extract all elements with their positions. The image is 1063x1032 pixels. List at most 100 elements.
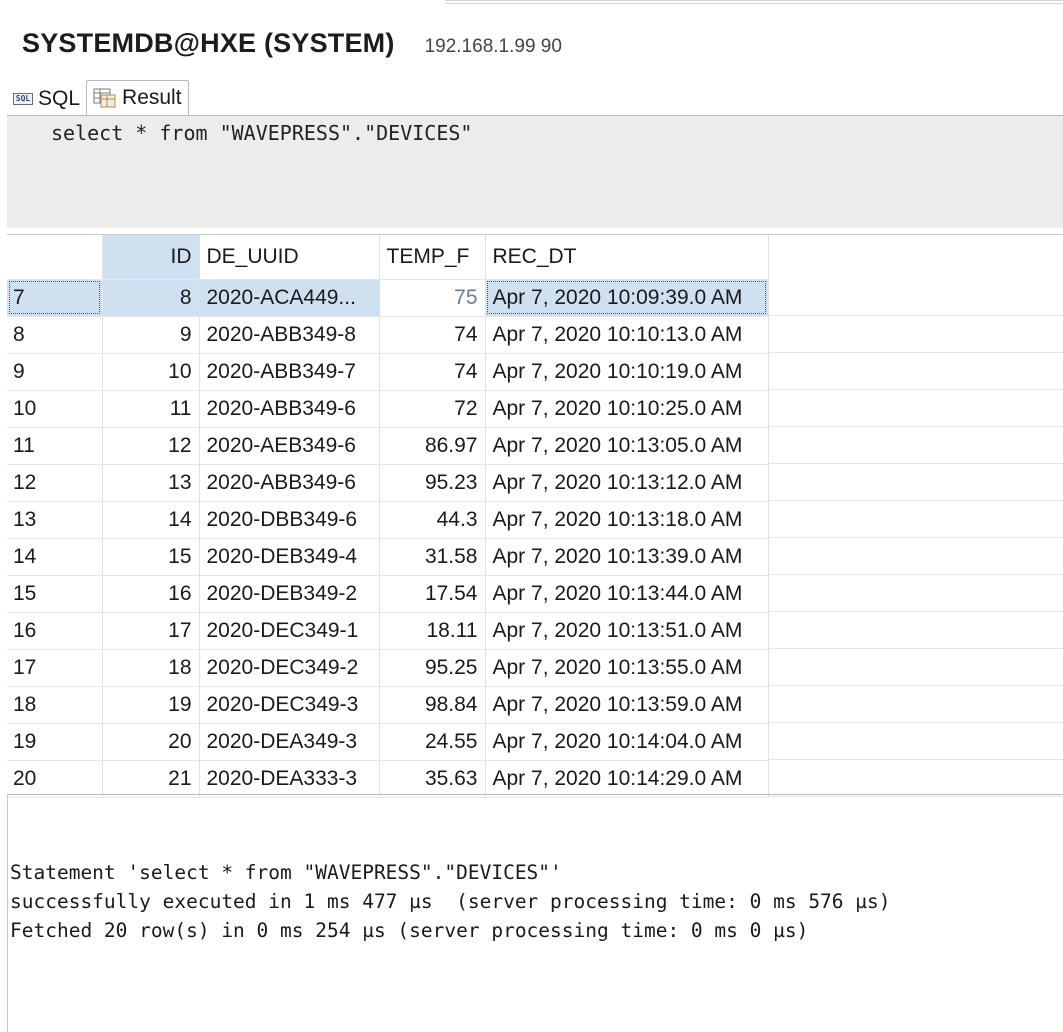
de-uuid-cell[interactable]: 2020-DEB349-4 [199,538,380,576]
row-number-cell[interactable]: 7 [7,279,103,317]
id-cell[interactable]: 19 [102,686,200,724]
tab-sql[interactable]: SQL SQL [7,82,86,115]
rec-dt-cell[interactable]: Apr 7, 2020 10:10:13.0 AM [485,316,769,354]
row-number-cell[interactable]: 18 [7,686,103,724]
temp-f-cell[interactable]: 95.25 [379,649,486,687]
row-number-cell[interactable]: 16 [7,612,103,650]
de-uuid-cell[interactable]: 2020-DBB349-6 [199,501,380,539]
connection-host: 192.168.1.99 90 [424,36,562,57]
row-number-cell[interactable]: 8 [7,316,103,354]
rec-dt-cell[interactable]: Apr 7, 2020 10:14:29.0 AM [485,760,769,798]
row-number-cell[interactable]: 13 [7,501,103,539]
de-uuid-cell[interactable]: 2020-DEA333-3 [199,760,380,798]
temp-f-cell[interactable]: 86.97 [379,427,486,465]
row-number-cell[interactable]: 10 [7,390,103,428]
de-uuid-cell[interactable]: 2020-AEB349-6 [199,427,380,465]
row-number-cell[interactable]: 9 [7,353,103,391]
row-number-cell[interactable]: 20 [7,760,103,798]
rec-dt-cell[interactable]: Apr 7, 2020 10:13:05.0 AM [485,427,769,465]
row-number-cell[interactable]: 15 [7,575,103,613]
id-cell[interactable]: 10 [102,353,200,391]
rec-dt-cell[interactable]: Apr 7, 2020 10:13:51.0 AM [485,612,769,650]
de-uuid-cell[interactable]: 2020-ABB349-7 [199,353,380,391]
rec-dt-cell[interactable]: Apr 7, 2020 10:14:04.0 AM [485,723,769,761]
de-uuid-cell[interactable]: 2020-ABB349-6 [199,390,380,428]
de-uuid-cell[interactable]: 2020-DEC349-2 [199,649,380,687]
de-uuid-cell[interactable]: 2020-DEC349-3 [199,686,380,724]
rec-dt-cell[interactable]: Apr 7, 2020 10:13:59.0 AM [485,686,769,724]
id-cell[interactable]: 20 [102,723,200,761]
column-header-de-uuid[interactable]: DE_UUID [199,235,380,280]
temp-f-cell[interactable]: 74 [379,353,486,391]
column-header-rownum[interactable] [7,235,103,280]
row-number-cell[interactable]: 17 [7,649,103,687]
row-number-cell[interactable]: 19 [7,723,103,761]
sql-editor[interactable]: select * from "WAVEPRESS"."DEVICES" [7,115,1063,228]
table-row[interactable]: 14 15 2020-DEB349-4 31.58 Apr 7, 2020 10:13:… [7,538,769,576]
de-uuid-cell[interactable]: 2020-DEA349-3 [199,723,380,761]
table-row[interactable]: 7 8 2020-ACA449... 75 Apr 7, 2020 10:09:39.0… [7,279,769,317]
table-row[interactable]: 10 11 2020-ABB349-6 72 Apr 7, 2020 10:10:25.… [7,390,769,428]
top-divider [445,0,1063,4]
table-row[interactable]: 17 18 2020-DEC349-2 95.25 Apr 7, 2020 10:13:… [7,649,769,687]
de-uuid-cell[interactable]: 2020-ACA449... [199,279,380,317]
de-uuid-cell[interactable]: 2020-DEB349-2 [199,575,380,613]
table-row[interactable]: 20 21 2020-DEA333-3 35.63 Apr 7, 2020 10:14:… [7,760,769,798]
temp-f-cell[interactable]: 17.54 [379,575,486,613]
id-cell[interactable]: 11 [102,390,200,428]
temp-f-cell[interactable]: 18.11 [379,612,486,650]
sql-query-text[interactable]: select * from "WAVEPRESS"."DEVICES" [51,121,472,145]
rec-dt-cell[interactable]: Apr 7, 2020 10:09:39.0 AM [485,279,769,317]
table-row[interactable]: 13 14 2020-DBB349-6 44.3 Apr 7, 2020 10:13:1… [7,501,769,539]
table-row[interactable]: 8 9 2020-ABB349-8 74 Apr 7, 2020 10:10:13.0 … [7,316,769,354]
table-row[interactable]: 15 16 2020-DEB349-2 17.54 Apr 7, 2020 10:13:… [7,575,769,613]
table-row[interactable]: 11 12 2020-AEB349-6 86.97 Apr 7, 2020 10:13:… [7,427,769,465]
tab-result-label: Result [122,86,182,109]
temp-f-cell[interactable]: 75 [379,279,486,317]
row-number-cell[interactable]: 11 [7,427,103,465]
connection-header: SYSTEMDB@HXE (SYSTEM) 192.168.1.99 90 [22,28,562,68]
rec-dt-cell[interactable]: Apr 7, 2020 10:13:44.0 AM [485,575,769,613]
rec-dt-cell[interactable]: Apr 7, 2020 10:13:55.0 AM [485,649,769,687]
tab-result[interactable]: Result [86,80,189,115]
id-cell[interactable]: 8 [102,279,200,317]
de-uuid-cell[interactable]: 2020-ABB349-8 [199,316,380,354]
rec-dt-cell[interactable]: Apr 7, 2020 10:10:19.0 AM [485,353,769,391]
de-uuid-cell[interactable]: 2020-ABB349-6 [199,464,380,502]
temp-f-cell[interactable]: 24.55 [379,723,486,761]
temp-f-cell[interactable]: 35.63 [379,760,486,798]
table-row[interactable]: 19 20 2020-DEA349-3 24.55 Apr 7, 2020 10:14:… [7,723,769,761]
table-row[interactable]: 12 13 2020-ABB349-6 95.23 Apr 7, 2020 10:13:… [7,464,769,502]
column-header-id[interactable]: ID [102,235,200,280]
rec-dt-cell[interactable]: Apr 7, 2020 10:13:12.0 AM [485,464,769,502]
table-row[interactable]: 18 19 2020-DEC349-3 98.84 Apr 7, 2020 10:13:… [7,686,769,724]
column-header-rec-dt[interactable]: REC_DT [485,235,769,280]
id-cell[interactable]: 14 [102,501,200,539]
id-cell[interactable]: 17 [102,612,200,650]
row-number-cell[interactable]: 12 [7,464,103,502]
id-cell[interactable]: 12 [102,427,200,465]
rec-dt-cell[interactable]: Apr 7, 2020 10:13:18.0 AM [485,501,769,539]
id-cell[interactable]: 16 [102,575,200,613]
column-header-temp-f[interactable]: TEMP_F [379,235,486,280]
id-cell[interactable]: 9 [102,316,200,354]
temp-f-cell[interactable]: 44.3 [379,501,486,539]
temp-f-cell[interactable]: 74 [379,316,486,354]
de-uuid-cell[interactable]: 2020-DEC349-1 [199,612,380,650]
temp-f-cell[interactable]: 72 [379,390,486,428]
id-cell[interactable]: 18 [102,649,200,687]
temp-f-cell[interactable]: 31.58 [379,538,486,576]
temp-f-cell[interactable]: 98.84 [379,686,486,724]
table-row[interactable]: 9 10 2020-ABB349-7 74 Apr 7, 2020 10:10:19.0… [7,353,769,391]
temp-f-cell[interactable]: 95.23 [379,464,486,502]
table-row[interactable]: 16 17 2020-DEC349-1 18.11 Apr 7, 2020 10:13:… [7,612,769,650]
rec-dt-cell[interactable]: Apr 7, 2020 10:10:25.0 AM [485,390,769,428]
rec-dt-cell[interactable]: Apr 7, 2020 10:13:39.0 AM [485,538,769,576]
row-number-cell[interactable]: 14 [7,538,103,576]
id-cell[interactable]: 21 [102,760,200,798]
id-cell[interactable]: 13 [102,464,200,502]
id-cell[interactable]: 15 [102,538,200,576]
sql-icon: SQL [13,92,33,105]
tab-sql-label: SQL [38,86,81,110]
result-grid[interactable]: ID DE_UUID TEMP_F REC_DT 7 8 2020-ACA449..… [7,234,1063,798]
